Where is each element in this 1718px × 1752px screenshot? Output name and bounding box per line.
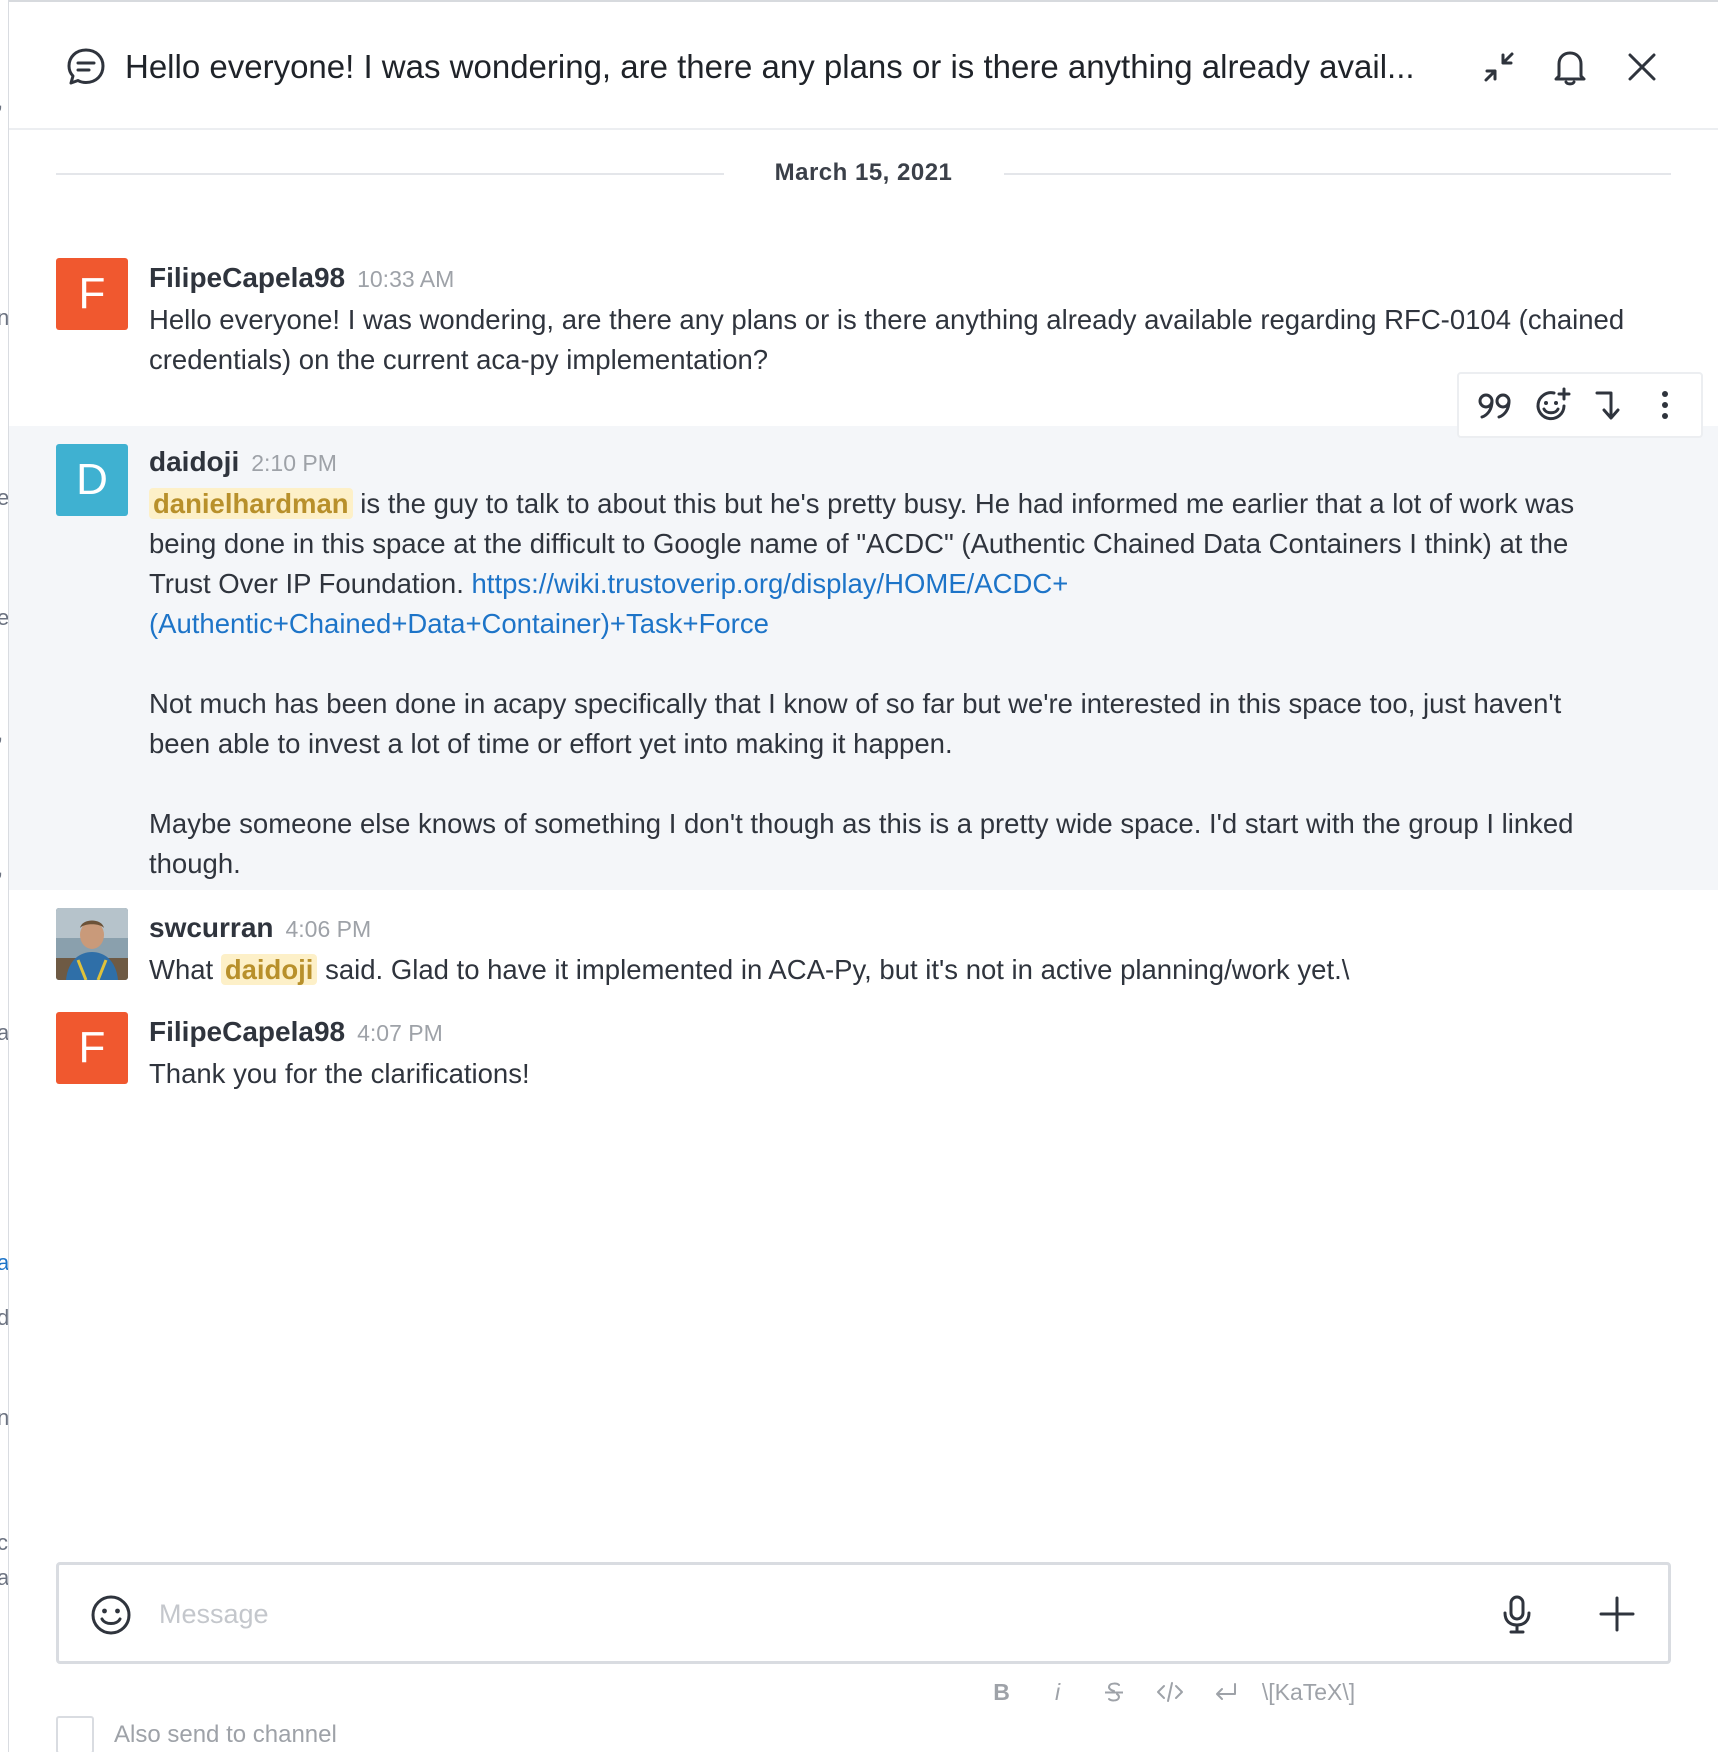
also-send-checkbox[interactable] xyxy=(56,1716,94,1752)
more-options-button[interactable] xyxy=(1642,382,1688,428)
bell-icon xyxy=(1554,51,1586,86)
underlay-fragment: n xyxy=(0,305,8,331)
message-time[interactable]: 2:10 PM xyxy=(251,450,337,476)
strikethrough-button[interactable] xyxy=(1086,1672,1142,1712)
message[interactable]: swcurran 4:06 PM What daidoji said. Glad … xyxy=(9,900,1718,1000)
message-time[interactable]: 4:07 PM xyxy=(357,1020,443,1046)
also-send-label: Also send to channel xyxy=(114,1721,337,1748)
strikethrough-icon xyxy=(1104,1682,1123,1702)
user-mention[interactable]: danielhardman xyxy=(149,488,353,519)
message-body: Hello everyone! I was wondering, are the… xyxy=(149,304,1625,375)
username[interactable]: FilipeCapela98 xyxy=(149,1016,345,1047)
message-body: danielhardman is the guy to talk to abou… xyxy=(149,484,1629,884)
message-composer xyxy=(56,1562,1671,1664)
add-reaction-icon xyxy=(1536,387,1571,421)
record-audio-button[interactable] xyxy=(1494,1591,1540,1637)
avatar[interactable] xyxy=(56,908,128,980)
plus-icon xyxy=(1599,1596,1635,1632)
user-photo xyxy=(56,908,128,980)
underlay-fragment: , xyxy=(0,720,3,746)
message-paragraph: Not much has been done in acapy specific… xyxy=(149,688,1562,759)
underlay-fragment: a xyxy=(0,1020,8,1046)
date-label: March 15, 2021 xyxy=(774,159,953,186)
smiley-icon xyxy=(91,1595,131,1635)
quote-button[interactable] xyxy=(1472,382,1518,428)
thread-panel: Hello everyone! I was wondering, are the… xyxy=(9,0,1718,1752)
minimize-button[interactable] xyxy=(1476,44,1522,90)
reply-in-thread-button[interactable] xyxy=(1585,382,1631,428)
reply-in-thread-icon xyxy=(1595,391,1620,420)
date-divider: March 15, 2021 xyxy=(56,158,1671,188)
close-icon xyxy=(1628,53,1656,81)
add-reaction-button[interactable] xyxy=(1529,382,1575,428)
message[interactable]: D daidoji 2:10 PM danielhardman is the gu… xyxy=(9,426,1718,890)
message-body: Thank you for the clarifications! xyxy=(149,1058,530,1089)
link-text[interactable]: (Authentic+Chained+Data+Container)+Task+… xyxy=(149,608,769,639)
username[interactable]: swcurran xyxy=(149,912,274,943)
message-text: What xyxy=(149,954,221,985)
message-paragraph: Maybe someone else knows of something I … xyxy=(149,808,1574,879)
message[interactable]: F FilipeCapela98 10:33 AM Hello everyone!… xyxy=(9,242,1718,382)
message-body: What daidoji said. Glad to have it imple… xyxy=(149,950,1629,990)
avatar[interactable]: F xyxy=(56,258,128,330)
microphone-icon xyxy=(1503,1595,1531,1634)
code-icon xyxy=(1156,1682,1183,1702)
message-input[interactable] xyxy=(159,1591,1459,1637)
underlay-fragment: a xyxy=(0,1250,8,1276)
thread-header: Hello everyone! I was wondering, are the… xyxy=(9,2,1718,130)
message-time[interactable]: 4:06 PM xyxy=(286,916,372,942)
minimize-icon xyxy=(1484,52,1514,82)
follow-thread-button[interactable] xyxy=(1547,44,1593,90)
multiline-button[interactable] xyxy=(1198,1672,1254,1712)
add-attachment-button[interactable] xyxy=(1594,1591,1640,1637)
message[interactable]: F FilipeCapela98 4:07 PM Thank you for th… xyxy=(9,1004,1718,1104)
thread-icon xyxy=(65,46,107,88)
italic-button[interactable]: i xyxy=(1030,1672,1086,1712)
underlay-fragment: e xyxy=(0,605,8,631)
username[interactable]: daidoji xyxy=(149,446,239,477)
close-button[interactable] xyxy=(1619,44,1665,90)
emoji-picker-button[interactable] xyxy=(89,1593,133,1637)
underlay-fragment: , xyxy=(0,88,3,114)
underlying-page-edge: , n e e , , a a d n c a xyxy=(0,0,9,1752)
username[interactable]: FilipeCapela98 xyxy=(149,262,345,293)
underlay-fragment: d xyxy=(0,1305,8,1331)
underlay-fragment: , xyxy=(0,855,3,881)
message-text: said. Glad to have it implemented in ACA… xyxy=(317,954,1350,985)
underlay-fragment: a xyxy=(0,1565,8,1591)
underlay-fragment: c xyxy=(0,1530,8,1556)
also-send-to-channel[interactable]: Also send to channel xyxy=(56,1715,337,1752)
thread-title: Hello everyone! I was wondering, are the… xyxy=(125,48,1415,85)
bold-button[interactable]: B xyxy=(974,1672,1030,1712)
underlay-fragment: n xyxy=(0,1405,8,1431)
kebab-menu-icon xyxy=(1661,391,1668,419)
avatar[interactable]: F xyxy=(56,1012,128,1084)
avatar[interactable]: D xyxy=(56,444,128,516)
enter-icon xyxy=(1215,1683,1236,1700)
formatting-toolbar: B i \[KaTeX\] xyxy=(9,1672,1718,1712)
link-text[interactable]: https://wiki.trustoverip.org/display/HOM… xyxy=(472,568,1069,599)
message-actions-toolbar xyxy=(1457,372,1703,438)
underlay-fragment: e xyxy=(0,485,8,511)
katex-button[interactable]: \[KaTeX\] xyxy=(1254,1672,1364,1712)
quote-icon xyxy=(1478,393,1511,419)
message-time[interactable]: 10:33 AM xyxy=(357,266,454,292)
code-button[interactable] xyxy=(1142,1672,1198,1712)
user-mention[interactable]: daidoji xyxy=(220,954,318,985)
